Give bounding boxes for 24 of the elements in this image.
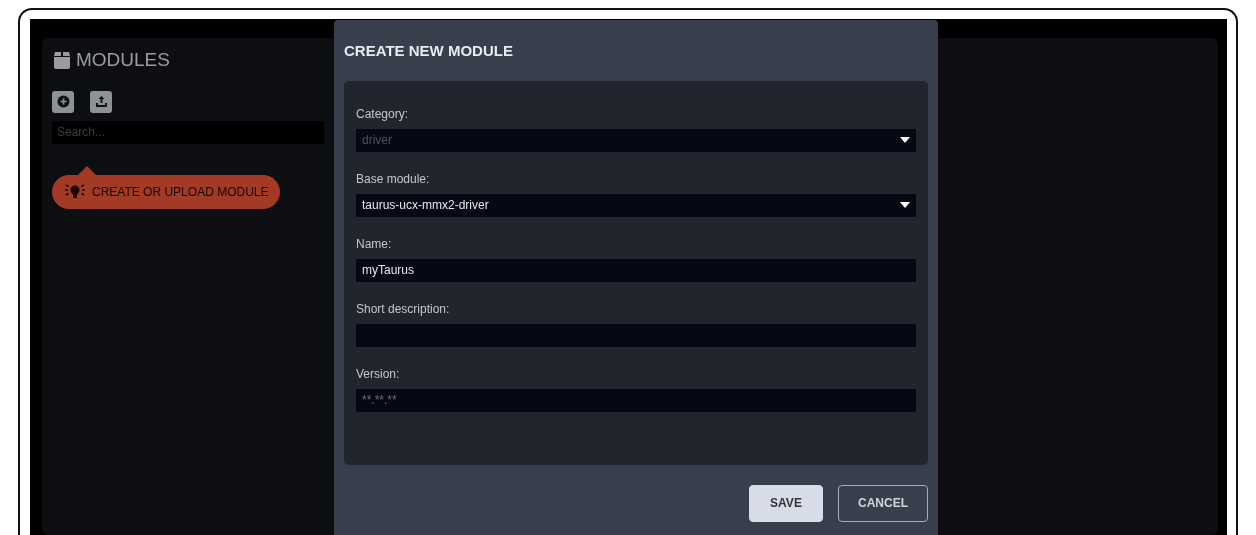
save-button[interactable]: SAVE: [749, 484, 823, 522]
input-field[interactable]: [356, 323, 916, 347]
lightbulb-icon: [64, 183, 86, 200]
field-label: Short description:: [356, 300, 450, 318]
hint-text: CREATE OR UPLOAD MODULE: [92, 183, 269, 201]
plus-icon: [56, 95, 70, 108]
dialog-title: CREATE NEW MODULE: [344, 41, 514, 61]
input-field[interactable]: **.**.**: [356, 388, 916, 412]
upload-button[interactable]: [90, 90, 112, 113]
box-icon: [52, 51, 72, 70]
select-field[interactable]: taurus-ucx-mmx2-driver: [356, 193, 916, 217]
caret-icon: [900, 137, 910, 143]
cancel-button[interactable]: CANCEL: [838, 484, 928, 522]
caret-icon: [900, 202, 910, 208]
field-label: Base module:: [356, 170, 430, 188]
upload-icon: [94, 95, 108, 108]
search-field[interactable]: Search...: [52, 120, 324, 144]
panel-title: MODULES: [76, 48, 170, 72]
input-field[interactable]: myTaurus: [356, 258, 916, 282]
add-button[interactable]: [52, 90, 74, 113]
field-label: Name:: [356, 235, 392, 253]
field-label: Version:: [356, 365, 400, 383]
select-field: driver: [356, 128, 916, 152]
field-label: Category:: [356, 105, 409, 123]
